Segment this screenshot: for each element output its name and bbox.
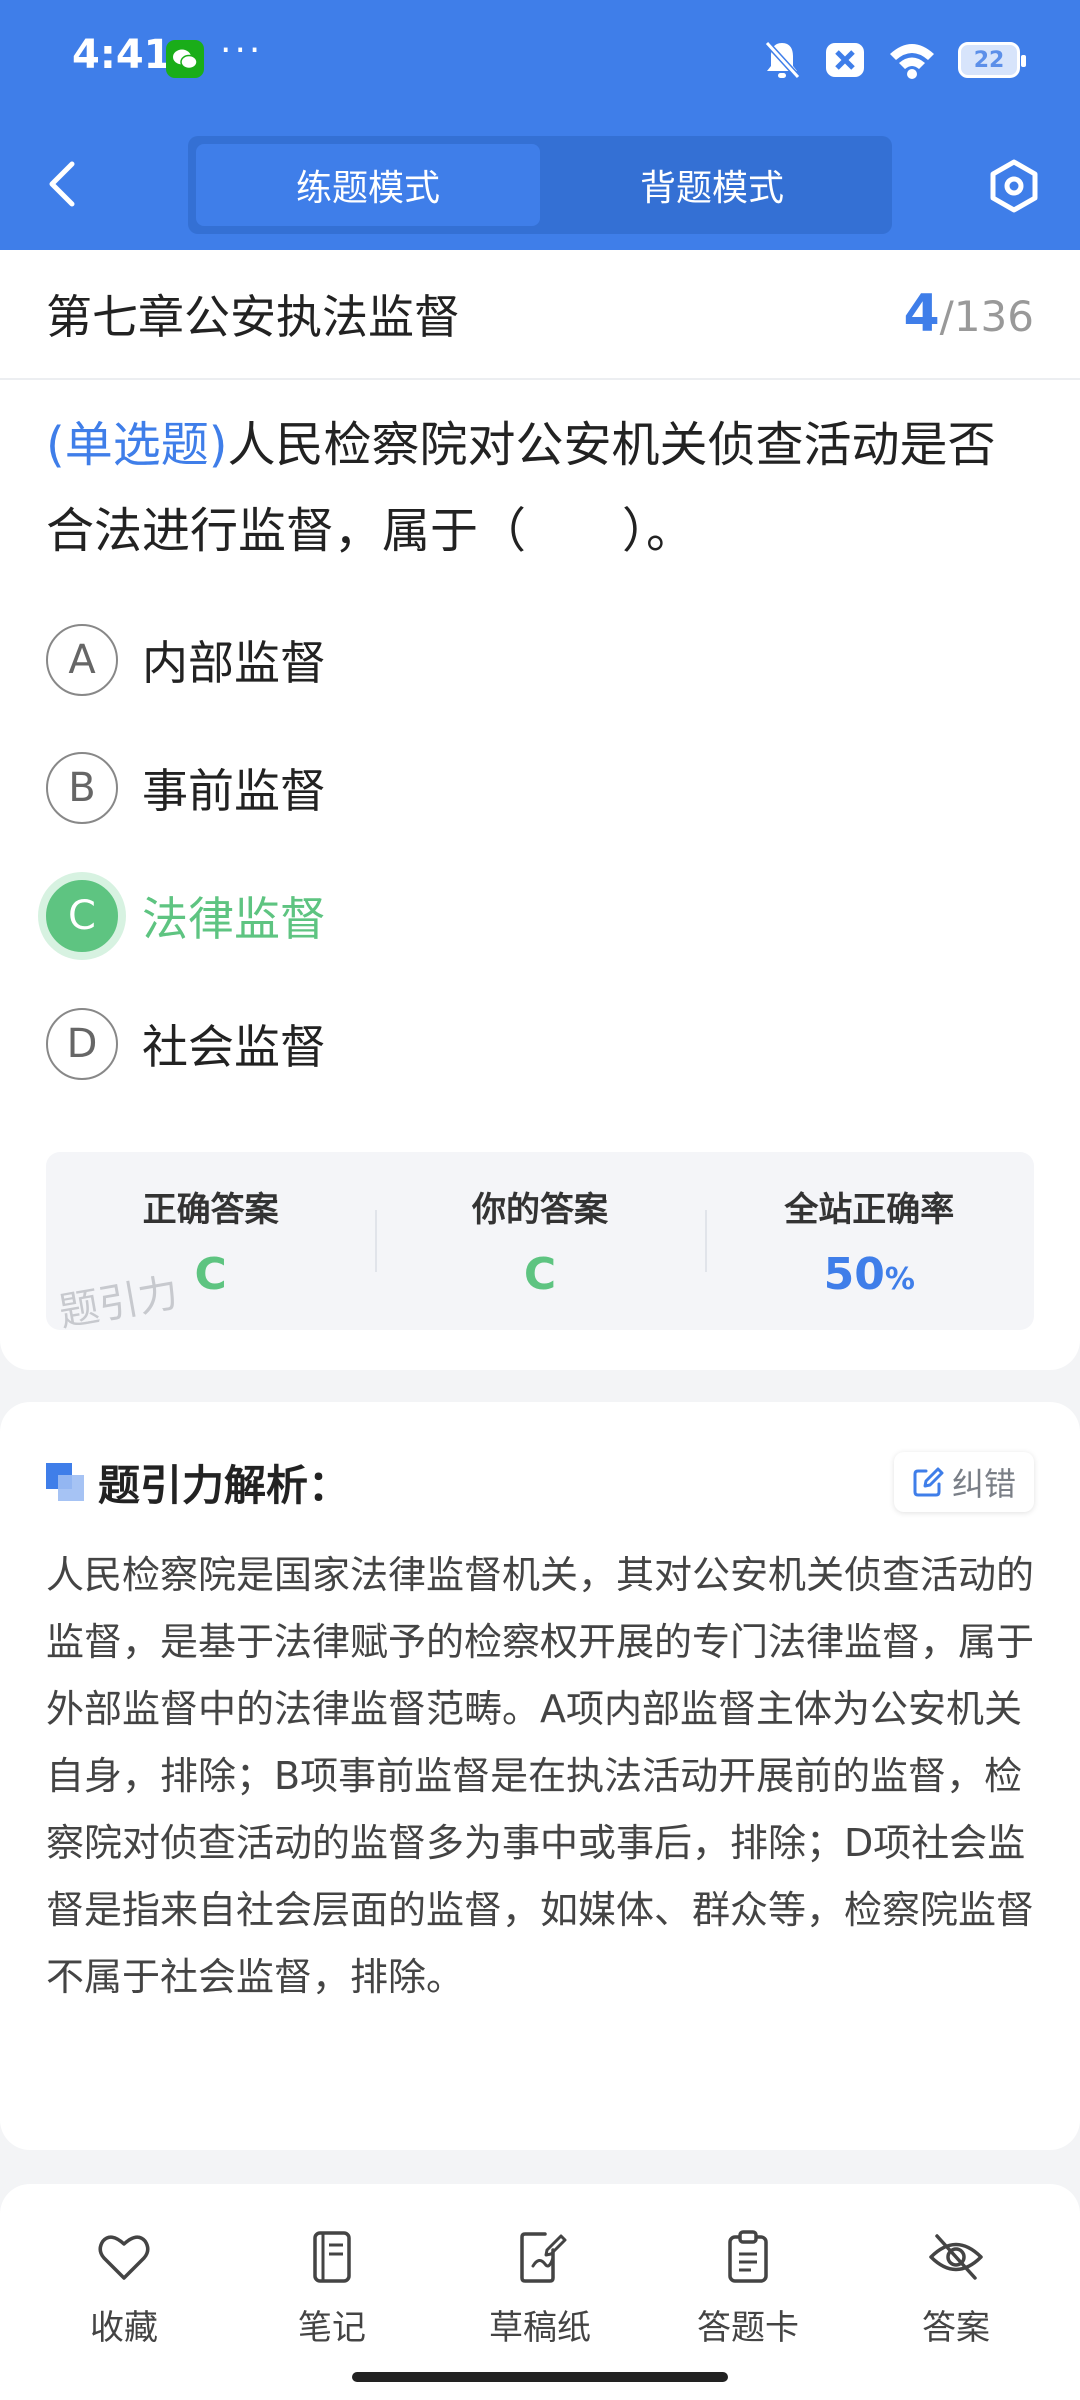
home-indicator[interactable] <box>352 2372 728 2382</box>
option-d[interactable]: D 社会监督 <box>46 980 1034 1108</box>
eye-off-icon <box>929 2234 983 2280</box>
total-questions: 136 <box>953 292 1034 341</box>
favorite-button[interactable]: 收藏 <box>20 2228 228 2400</box>
analysis-square-icon <box>46 1463 84 1501</box>
analysis-card: 题引力解析： 纠错 人民检察院是国家法律监督机关，其对公安机关侦查活动的监督，是… <box>0 1402 1080 2150</box>
option-text: 法律监督 <box>142 892 326 946</box>
back-button[interactable] <box>42 156 82 212</box>
edit-icon <box>913 1467 944 1497</box>
option-letter: B <box>46 752 118 824</box>
mode-toggle: 练题模式 背题模式 <box>188 136 892 234</box>
progress-separator: / <box>939 292 954 341</box>
hexagon-settings-icon <box>990 159 1038 213</box>
settings-button[interactable] <box>984 156 1044 216</box>
status-bar: 4:41 ··· 22 <box>0 0 1080 120</box>
option-a[interactable]: A 内部监督 <box>46 596 1034 724</box>
chapter-title: 第七章公安执法监督 <box>46 290 460 344</box>
report-error-button[interactable]: 纠错 <box>893 1452 1034 1512</box>
question-card: 第七章公安执法监督 4/136 (单选题)人民检察院对公安机关侦查活动是否合法进… <box>0 250 1080 1370</box>
more-notifications-icon: ··· <box>220 30 264 71</box>
tab-memorize-mode[interactable]: 背题模式 <box>540 144 884 226</box>
app-header: 4:41 ··· 22 练题模式 背题模式 <box>0 0 1080 250</box>
hide-answer-label: 答案 <box>922 2308 990 2348</box>
favorite-label: 收藏 <box>90 2308 158 2348</box>
your-answer-value: C <box>523 1249 557 1300</box>
chapter-row: 第七章公安执法监督 4/136 <box>0 250 1080 380</box>
analysis-text: 人民检察院是国家法律监督机关，其对公安机关侦查活动的监督，是基于法律赋予的检察权… <box>46 1553 1035 1999</box>
question-stem: (单选题)人民检察院对公安机关侦查活动是否合法进行监督，属于（ ）。 <box>0 380 1080 574</box>
analysis-header: 题引力解析： 纠错 <box>0 1422 1080 1542</box>
notes-label: 笔记 <box>298 2308 366 2348</box>
options-list: A 内部监督 B 事前监督 C 法律监督 D 社会监督 <box>0 596 1080 1108</box>
option-text: 内部监督 <box>142 636 326 690</box>
answer-sheet-icon <box>728 2230 768 2283</box>
correct-answer-label: 正确答案 <box>142 1190 279 1230</box>
option-letter: C <box>46 880 118 952</box>
bell-off-icon <box>764 40 801 80</box>
question-progress[interactable]: 4/136 <box>903 284 1034 344</box>
your-answer-block: 你的答案 C <box>375 1152 704 1330</box>
site-accuracy-number: 50 <box>823 1249 885 1300</box>
option-letter: D <box>46 1008 118 1080</box>
close-notification-icon <box>826 43 864 77</box>
status-icons: 22 <box>762 36 1026 84</box>
heart-icon <box>98 2235 150 2280</box>
wechat-notification-icon <box>166 40 204 78</box>
option-letter: A <box>46 624 118 696</box>
site-accuracy-block: 全站正确率 50% <box>704 1152 1034 1330</box>
question-type: (单选题) <box>46 417 228 473</box>
current-question-number: 4 <box>903 284 940 344</box>
report-error-label: 纠错 <box>951 1465 1016 1503</box>
answer-result-panel: 正确答案 C 你的答案 C 全站正确率 50% 题引力 <box>46 1152 1034 1336</box>
site-accuracy-value: 50% <box>824 1249 915 1300</box>
option-c[interactable]: C 法律监督 <box>46 852 1034 980</box>
analysis-title: 题引力解析： <box>98 1460 351 1510</box>
answer-sheet-label: 答题卡 <box>697 2308 799 2348</box>
chevron-left-icon <box>49 161 75 207</box>
battery-icon: 22 <box>958 42 1026 78</box>
notebook-icon <box>313 2231 351 2283</box>
tab-practice-mode[interactable]: 练题模式 <box>196 144 540 226</box>
hide-answer-button[interactable]: 答案 <box>852 2228 1060 2400</box>
draft-icon <box>520 2232 567 2283</box>
status-time: 4:41 <box>72 32 172 78</box>
option-b[interactable]: B 事前监督 <box>46 724 1034 852</box>
option-text: 事前监督 <box>142 764 326 818</box>
correct-answer-value: C <box>194 1249 227 1300</box>
option-text: 社会监督 <box>142 1020 326 1074</box>
wifi-icon <box>890 44 934 79</box>
bottom-toolbar: 收藏 笔记 草稿纸 答题卡 答案 <box>0 2184 1080 2400</box>
draft-paper-label: 草稿纸 <box>489 2308 591 2348</box>
site-accuracy-label: 全站正确率 <box>784 1190 955 1230</box>
site-accuracy-unit: % <box>884 1262 915 1297</box>
your-answer-label: 你的答案 <box>471 1190 608 1230</box>
